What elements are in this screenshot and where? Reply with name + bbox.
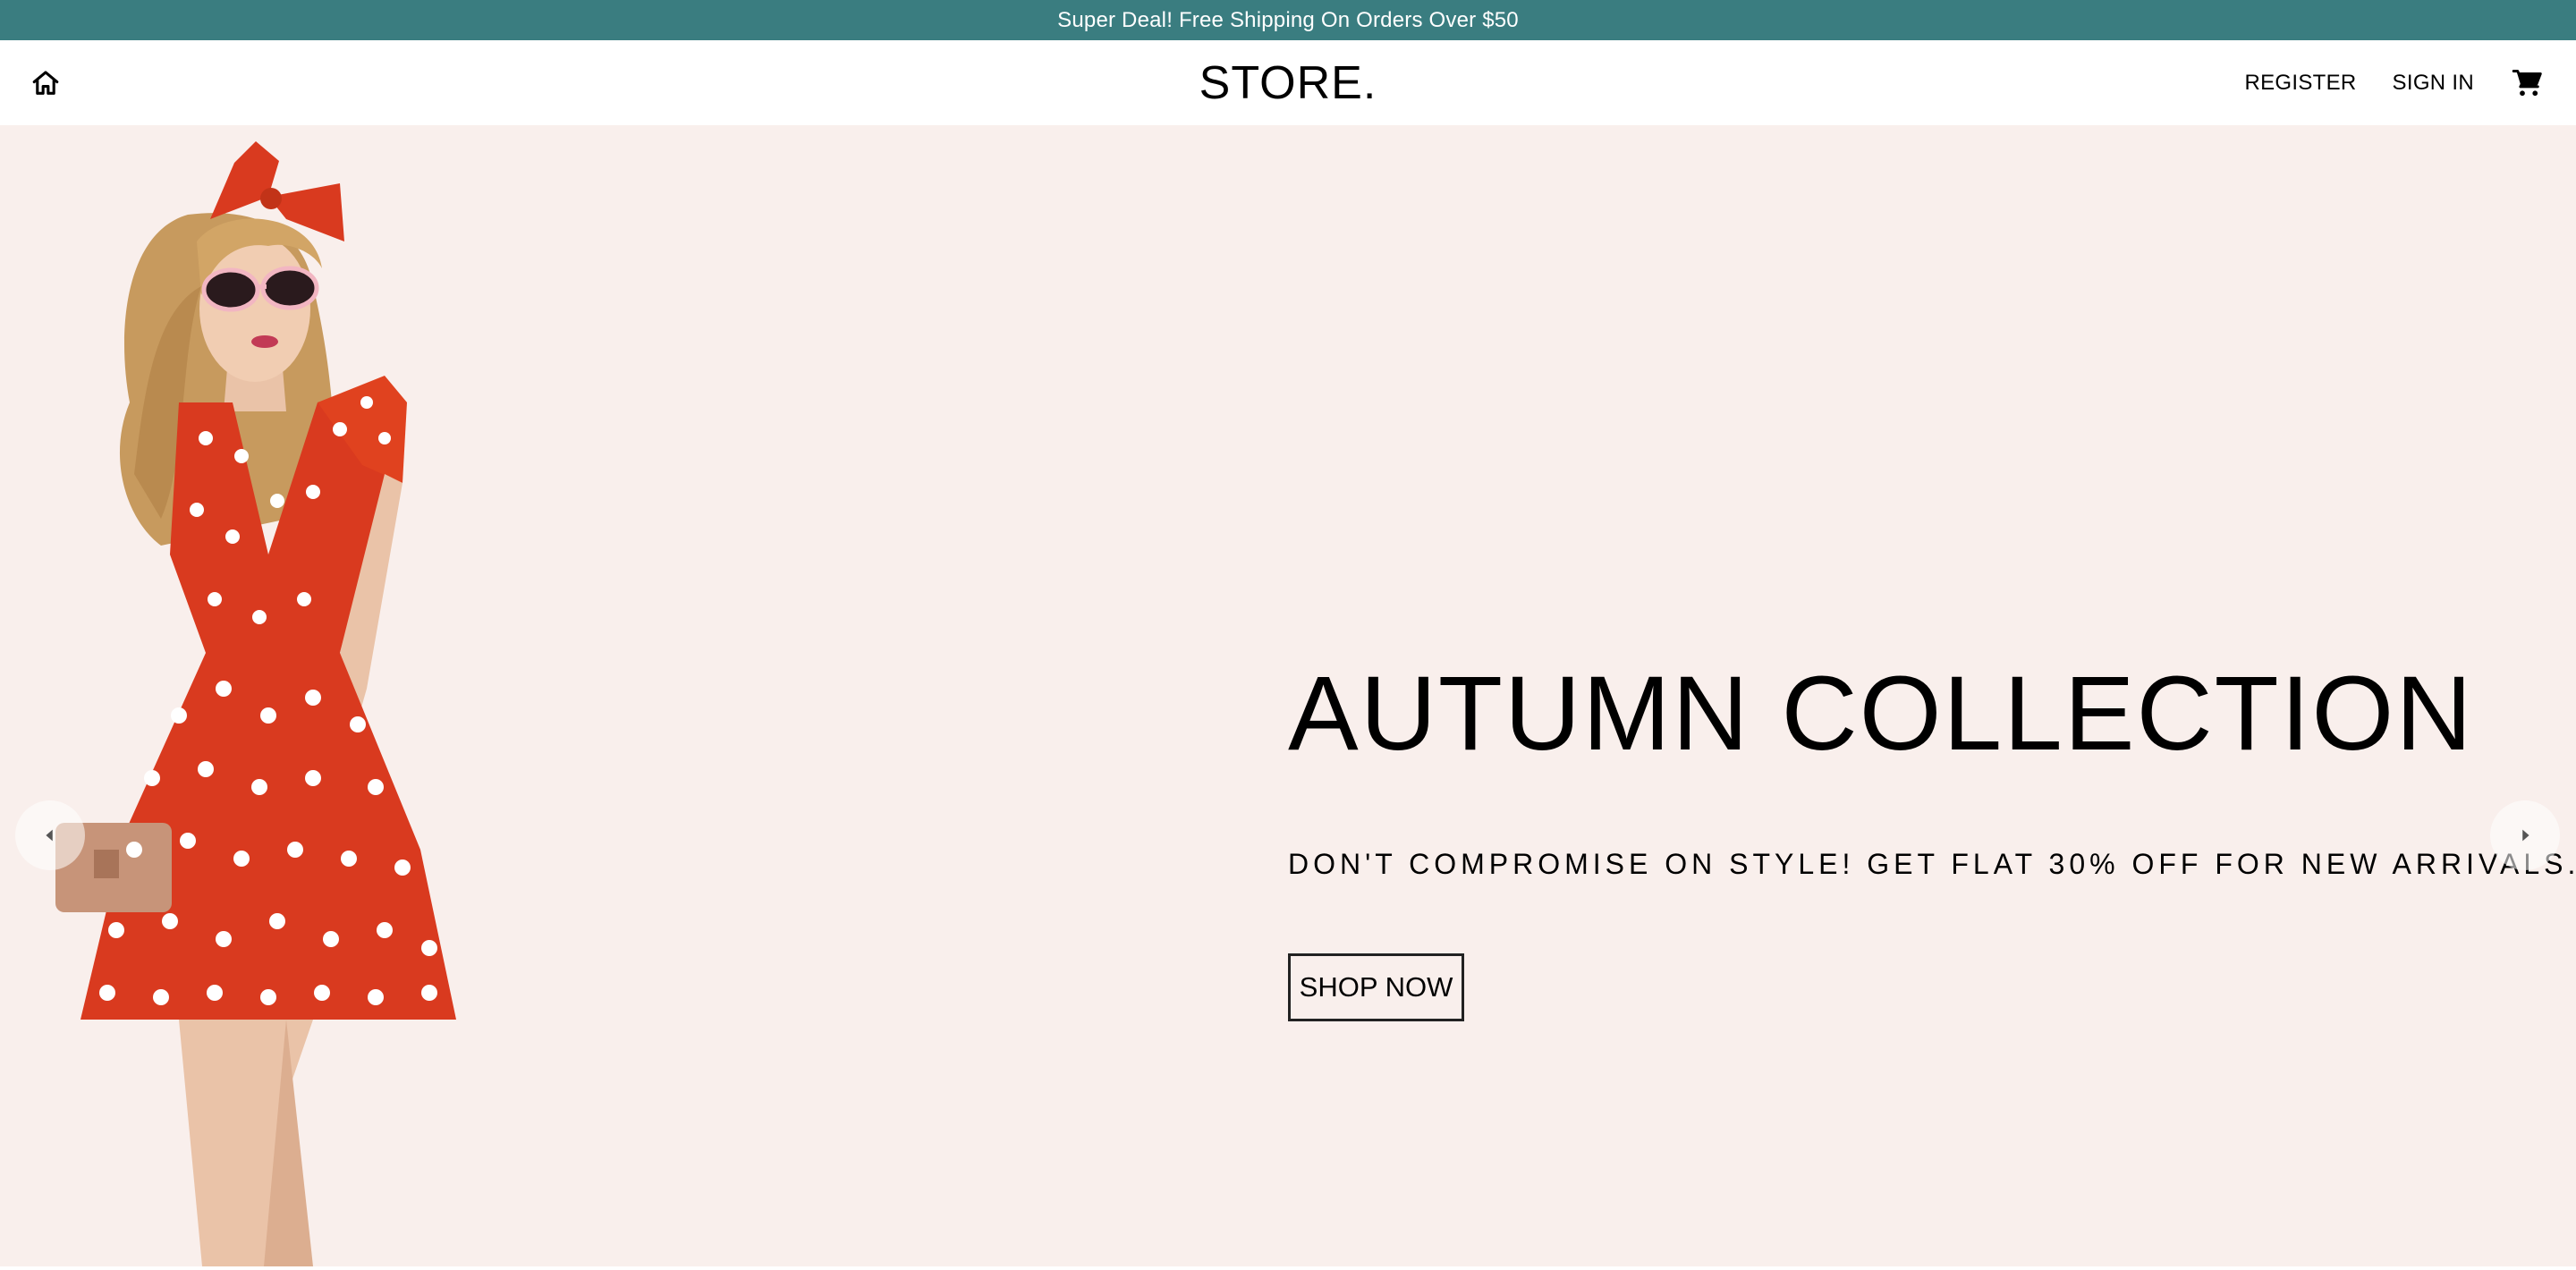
hero-subtitle: DON'T COMPROMISE ON STYLE! GET FLAT 30% …: [1288, 848, 2576, 880]
hero-title: AUTUMN COLLECTION: [1288, 655, 2474, 773]
announcement-bar: Super Deal! Free Shipping On Orders Over…: [0, 0, 2576, 40]
arrow-right-icon: [2522, 829, 2529, 842]
cart-button[interactable]: [2510, 65, 2546, 101]
navbar: STORE. REGISTER SIGN IN: [0, 40, 2576, 125]
hero-content: AUTUMN COLLECTION DON'T COMPROMISE ON ST…: [1288, 125, 2575, 1266]
arrow-left-icon: [46, 829, 53, 842]
hero-slider: AUTUMN COLLECTION DON'T COMPROMISE ON ST…: [0, 125, 2576, 1266]
home-icon: [32, 71, 59, 95]
store-logo: STORE.: [1199, 56, 1377, 109]
shop-now-button[interactable]: SHOP NOW: [1288, 953, 1464, 1021]
next-slide-button[interactable]: [2490, 800, 2560, 870]
nav-links: REGISTER SIGN IN: [2244, 40, 2546, 125]
signin-link[interactable]: SIGN IN: [2393, 71, 2474, 96]
register-link[interactable]: REGISTER: [2244, 71, 2356, 96]
cart-icon: [2512, 69, 2542, 96]
home-button[interactable]: [27, 64, 64, 102]
hero-model-image: [45, 134, 510, 1266]
announcement-text: Super Deal! Free Shipping On Orders Over…: [1057, 7, 1519, 32]
prev-slide-button[interactable]: [15, 800, 85, 870]
